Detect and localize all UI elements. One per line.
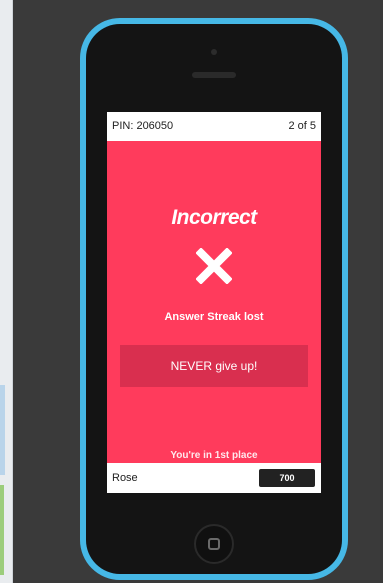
x-icon	[196, 248, 232, 284]
quiz-screen: PIN: 206050 2 of 5 Incorrect Answer Stre…	[107, 112, 321, 493]
motivation-banner: NEVER give up!	[120, 345, 308, 387]
quiz-bottom-bar: Rose 700	[107, 463, 321, 493]
streak-message: Answer Streak lost	[164, 311, 264, 323]
rank-status: You're in 1st place	[170, 450, 258, 461]
game-pin: PIN: 206050	[112, 120, 174, 132]
score-badge: 700	[259, 469, 315, 487]
earpiece-speaker	[192, 72, 236, 78]
result-title: Incorrect	[171, 206, 257, 229]
background-page-edge	[0, 0, 13, 583]
home-square-icon	[208, 538, 220, 550]
question-progress: 2 of 5	[288, 120, 316, 132]
quiz-top-bar: PIN: 206050 2 of 5	[107, 112, 321, 141]
phone-body: PIN: 206050 2 of 5 Incorrect Answer Stre…	[86, 24, 342, 574]
background-panel-blue	[0, 385, 5, 475]
front-camera-icon	[211, 49, 217, 55]
home-button[interactable]	[194, 524, 234, 564]
phone-frame: PIN: 206050 2 of 5 Incorrect Answer Stre…	[80, 18, 348, 580]
background-panel-green	[0, 485, 4, 575]
player-name: Rose	[112, 472, 138, 484]
